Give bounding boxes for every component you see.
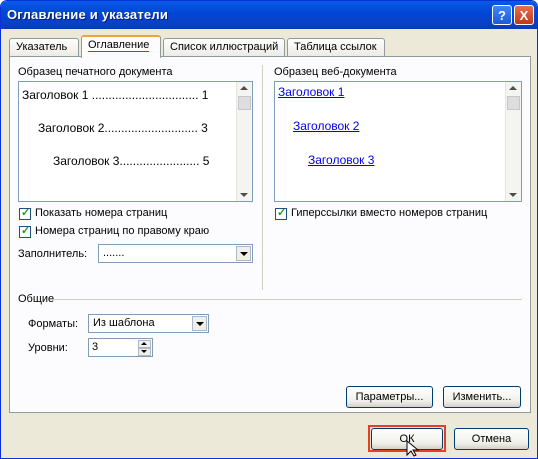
general-group-line <box>54 299 522 300</box>
spin-down-icon[interactable] <box>138 348 151 356</box>
toc-line-2: Заголовок 2............................ … <box>38 121 208 135</box>
tab-figures[interactable]: Список иллюстраций <box>163 38 285 56</box>
levels-label: Уровни: <box>28 342 68 354</box>
chevron-down-icon[interactable] <box>236 246 251 261</box>
dialog-window: Оглавление и указатели ? X Указатель Огл… <box>0 0 538 459</box>
tab-toc[interactable]: Оглавление <box>81 35 161 58</box>
scroll-down-arrow-icon[interactable] <box>509 193 517 197</box>
scroll-thumb[interactable] <box>238 96 251 110</box>
scroll-up-arrow-icon[interactable] <box>509 86 517 90</box>
scroll-thumb[interactable] <box>507 96 520 110</box>
hyperlinks-checkbox[interactable] <box>275 206 287 220</box>
column-divider <box>262 65 263 290</box>
options-button[interactable]: Параметры... <box>346 386 433 408</box>
title-bar[interactable]: Оглавление и указатели ? X <box>1 1 537 29</box>
modify-button[interactable]: Изменить... <box>443 386 521 408</box>
help-button[interactable]: ? <box>492 5 512 25</box>
web-link-2[interactable]: Заголовок 2 <box>293 119 359 133</box>
cancel-button[interactable]: Отмена <box>454 428 529 450</box>
print-preview-box[interactable]: Заголовок 1 ............................… <box>18 81 253 202</box>
leader-label: Заполнитель: <box>18 248 88 260</box>
spin-up-icon[interactable] <box>138 340 151 348</box>
leader-value: ....... <box>103 247 125 259</box>
tab-index[interactable]: Указатель <box>9 38 79 56</box>
right-align-checkbox[interactable] <box>19 224 31 238</box>
levels-spinner[interactable]: 3 <box>88 338 153 357</box>
web-link-3[interactable]: Заголовок 3 <box>308 153 374 167</box>
mouse-cursor-icon <box>406 440 420 457</box>
formats-label: Форматы: <box>28 318 79 330</box>
print-preview-scrollbar[interactable] <box>236 82 252 201</box>
general-group-title: Общие <box>18 293 55 305</box>
hyperlinks-label: Гиперссылки вместо номеров страниц <box>291 207 488 219</box>
web-preview-scrollbar[interactable] <box>505 82 521 201</box>
leader-select[interactable]: ....... <box>98 244 253 263</box>
web-link-1[interactable]: Заголовок 1 <box>278 85 344 99</box>
toc-line-3: Заголовок 3........................ 5 <box>53 154 210 168</box>
show-page-numbers-label: Показать номера страниц <box>35 207 168 219</box>
web-preview-box[interactable]: Заголовок 1 Заголовок 2 Заголовок 3 <box>274 81 522 202</box>
tab-authorities[interactable]: Таблица ссылок <box>287 38 385 56</box>
formats-value: Из шаблона <box>93 317 155 329</box>
formats-select[interactable]: Из шаблона <box>88 314 209 333</box>
right-align-label: Номера страниц по правому краю <box>35 225 210 237</box>
window-title: Оглавление и указатели <box>7 7 169 22</box>
print-preview-label: Образец печатного документа <box>18 66 173 78</box>
tab-toc-label: Оглавление <box>88 39 150 52</box>
scroll-down-arrow-icon[interactable] <box>240 193 248 197</box>
close-button[interactable]: X <box>514 5 534 25</box>
chevron-down-icon[interactable] <box>192 316 207 331</box>
scroll-up-arrow-icon[interactable] <box>240 86 248 90</box>
levels-value: 3 <box>92 341 99 353</box>
tab-panel: Образец печатного документа Заголовок 1 … <box>9 56 531 413</box>
toc-line-1: Заголовок 1 ............................… <box>22 88 209 102</box>
web-preview-label: Образец веб-документа <box>274 66 397 78</box>
show-page-numbers-checkbox[interactable] <box>19 206 31 220</box>
